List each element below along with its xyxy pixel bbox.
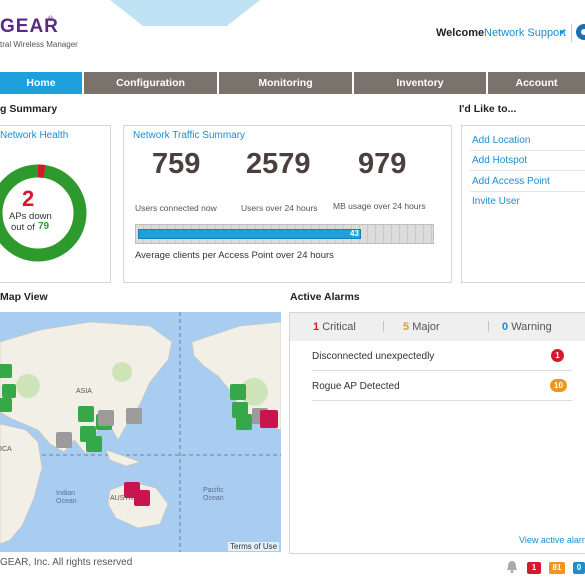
alarm-row-label[interactable]: Disconnected unexpectedly [312,351,434,362]
tab-inventory[interactable]: Inventory [354,72,488,94]
header-accent-band [110,0,260,26]
invite-user-link[interactable]: Invite User [472,196,520,207]
copyright-text: GEAR, Inc. All rights reserved [0,557,133,568]
map-title: Map View [0,291,48,303]
warning-count-item[interactable]: 0 Warning [502,321,552,333]
divider: | [487,320,490,332]
traffic-title: Network Traffic Summary [133,130,246,141]
bell-icon[interactable] [506,560,518,573]
alarms-title: Active Alarms [290,291,360,303]
view-active-alarms-link[interactable]: View active alarm [519,535,585,545]
avg-clients-label: Average clients per Access Point over 24… [135,250,334,261]
major-label: Major [412,321,440,333]
warning-count: 0 [502,321,509,333]
welcome-label: Welcome [436,27,485,39]
mb-usage-value: 979 [358,148,407,180]
footer-major-badge[interactable]: 81 [549,562,565,574]
divider [470,150,585,151]
alarm-row-count: 1 [551,349,564,362]
users-connected-value: 759 [152,148,201,180]
add-access-point-link[interactable]: Add Access Point [472,176,550,187]
asia-label: ASIA [76,388,92,395]
terms-of-use-link[interactable]: Terms of Use [228,542,280,551]
divider [312,370,572,371]
add-hotspot-link[interactable]: Add Hotspot [472,155,527,166]
major-count: 5 [403,321,410,333]
chevron-down-icon[interactable]: ▾ [560,28,564,37]
critical-count-item[interactable]: 1 Critical [313,321,356,333]
divider [470,170,585,171]
alarms-panel [289,312,585,554]
aps-total: 79 [38,221,50,232]
tab-monitoring[interactable]: Monitoring [219,72,354,94]
map-canvas [0,312,281,552]
mb-usage-label: MB usage over 24 hours [333,201,426,211]
world-map[interactable] [0,312,281,552]
settings-icon[interactable] [575,22,585,42]
warning-label: Warning [511,321,552,333]
indian-ocean-label: Indian Ocean [56,490,77,505]
avg-clients-bar [138,229,361,239]
divider: | [382,320,385,332]
footer-warning-badge[interactable]: 0 [573,562,585,574]
ica-label: ICA [0,446,12,453]
main-nav: Home Configuration Monitoring Inventory … [0,72,585,94]
out-of-label: out of [11,222,35,233]
avg-clients-value: 43 [350,229,359,238]
divider [312,400,572,401]
major-count-item[interactable]: 5 Major [403,321,440,333]
tab-home[interactable]: Home [0,72,84,94]
tab-account[interactable]: Account [488,72,585,94]
critical-label: Critical [322,321,356,333]
users-24h-label: Users over 24 hours [241,203,318,213]
australia-label: AUSTR [110,495,134,502]
header-divider [571,24,572,42]
pacific-ocean-label: Pacific Ocean [203,487,224,502]
users-24h-value: 2579 [246,148,311,180]
actions-title: I'd Like to... [459,103,517,115]
registered-mark: ® [48,16,54,23]
user-menu[interactable]: Network Support [484,27,566,39]
tab-configuration[interactable]: Configuration [84,72,219,94]
add-location-link[interactable]: Add Location [472,135,530,146]
divider [470,191,585,192]
brand-subtitle: tral Wireless Manager [0,40,78,49]
aps-down-count: 2 [22,186,35,211]
users-connected-label: Users connected now [135,203,217,213]
critical-count: 1 [313,321,320,333]
alarm-row-count: 10 [550,379,567,392]
summary-title: g Summary [0,103,58,115]
alarm-row-label[interactable]: Rogue AP Detected [312,381,400,392]
network-health-title: Network Health [0,130,69,141]
footer-critical-badge[interactable]: 1 [527,562,541,574]
